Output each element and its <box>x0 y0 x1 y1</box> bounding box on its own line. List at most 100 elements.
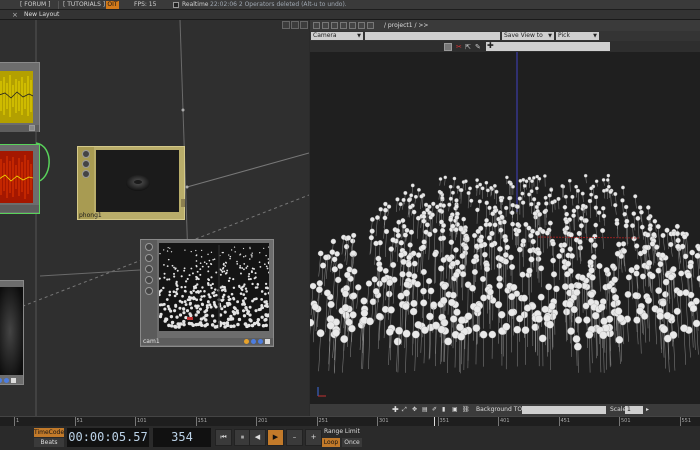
add-icon[interactable] <box>349 22 356 29</box>
display-icon[interactable]: ▤ <box>422 406 428 414</box>
node-info-icon[interactable] <box>145 243 153 251</box>
operator-node-red[interactable] <box>0 144 40 214</box>
node-flag-blue-2[interactable] <box>258 339 263 344</box>
node-flag-orange[interactable] <box>244 339 249 344</box>
paint-icon[interactable]: ✐ <box>432 406 437 414</box>
operator-node-dark[interactable] <box>0 280 24 385</box>
thumbnail-particle <box>220 289 224 292</box>
viewer-search-field[interactable]: ✚ <box>486 41 610 51</box>
thumbnail-particle <box>200 302 204 306</box>
step-forward-icon[interactable]: + <box>305 429 322 446</box>
play-forward-icon[interactable]: ▶ <box>267 429 284 446</box>
node-pencil-icon[interactable] <box>145 254 153 262</box>
frame-display[interactable]: 354 <box>153 428 211 447</box>
particle <box>484 180 489 185</box>
link-icon[interactable]: ⛓ <box>462 406 470 414</box>
particle <box>660 325 669 334</box>
particle <box>454 198 459 203</box>
particle <box>484 200 489 205</box>
loop-toggle[interactable]: Loop <box>322 438 340 447</box>
play-backward-icon[interactable]: ◀ <box>249 429 266 446</box>
camera-path-field[interactable] <box>365 32 500 40</box>
viewer-options-bar: Camera ▼ Save View to ▼ Pick ▼ <box>310 31 700 41</box>
node-info-icon[interactable] <box>82 150 90 158</box>
node-bypass-icon[interactable] <box>145 265 153 273</box>
split-icon[interactable] <box>331 22 338 29</box>
node-material-icon[interactable] <box>82 170 90 178</box>
up-arrow-icon[interactable] <box>367 22 374 29</box>
capture-icon[interactable]: ▣ <box>452 406 458 414</box>
node-flag-blue[interactable] <box>0 378 2 383</box>
beats-toggle[interactable]: Beats <box>34 438 64 447</box>
move-icon[interactable]: ✚ <box>392 406 399 414</box>
node-add-icon[interactable] <box>11 378 16 383</box>
particle <box>330 238 337 245</box>
handle-icon[interactable]: ✂ <box>456 43 464 51</box>
pencil-icon[interactable]: ✎ <box>475 43 483 51</box>
camera-select[interactable]: Camera ▼ <box>311 32 363 40</box>
transform-icon[interactable]: ⤢ <box>402 406 407 414</box>
node-output-connector[interactable] <box>181 199 185 207</box>
node-pencil-icon[interactable] <box>82 160 90 168</box>
select-icon[interactable]: ⇱ <box>465 43 473 51</box>
realtime-checkbox[interactable] <box>173 2 179 8</box>
scale-slider-icon[interactable]: ▸ <box>646 406 649 414</box>
node-move-icon[interactable] <box>145 276 153 284</box>
forum-link[interactable]: [ FORUM ] <box>20 1 50 9</box>
pan-icon[interactable]: ✥ <box>412 406 417 414</box>
particle <box>583 173 588 178</box>
operator-node-cam1[interactable]: cam1 <box>140 239 274 347</box>
step-back-icon[interactable]: – <box>286 429 303 446</box>
particle-stem <box>383 309 386 339</box>
background-top-field[interactable] <box>522 406 606 414</box>
operator-node-yellow[interactable] <box>0 62 40 132</box>
tutorials-link[interactable]: [ TUTORIALS ] <box>63 1 105 9</box>
oit-indicator[interactable]: OIT <box>106 1 119 9</box>
node-add-icon[interactable] <box>265 339 270 344</box>
close-tab-icon[interactable]: × <box>12 11 18 19</box>
thumbnail-particle <box>260 315 264 319</box>
tab-new-layout[interactable]: New Layout <box>24 11 59 19</box>
view-home-icon[interactable] <box>444 43 452 51</box>
particle <box>655 267 662 274</box>
node-viewer-toggle-icon[interactable] <box>29 125 35 131</box>
particle <box>612 294 620 302</box>
particle <box>527 176 532 181</box>
geometry-viewer-pane[interactable]: / project1 / >> Camera ▼ Save View to ▼ … <box>306 20 700 416</box>
node-camera-icon[interactable] <box>145 287 153 295</box>
particle-stem <box>347 322 350 347</box>
node-flag-blue[interactable] <box>251 339 256 344</box>
once-toggle[interactable]: Once <box>342 438 362 447</box>
node-flag-blue-2[interactable] <box>4 378 9 383</box>
particle <box>502 322 511 331</box>
particle <box>383 228 390 235</box>
thumbnail-particle <box>210 262 212 265</box>
save-view-select[interactable]: Save View to ▼ <box>502 32 554 40</box>
thumbnail-particle <box>251 282 254 286</box>
stop-icon[interactable] <box>322 22 329 29</box>
pane-menu-icon[interactable] <box>313 22 320 29</box>
star-icon[interactable] <box>358 22 365 29</box>
viewport-canvas[interactable] <box>306 52 700 404</box>
rewind-icon[interactable]: ⏮ <box>215 429 232 446</box>
particle-stem <box>417 324 419 358</box>
bookmark-icon[interactable]: ▮ <box>442 406 445 414</box>
network-layout-icon[interactable] <box>300 21 308 29</box>
network-path[interactable]: / project1 / >> <box>384 21 428 30</box>
timecode-toggle[interactable]: TimeCode <box>34 428 64 437</box>
particle <box>454 215 460 220</box>
particle <box>542 209 548 215</box>
pick-select[interactable]: Pick ▼ <box>556 32 599 40</box>
timeline-ruler[interactable]: 1 51 101 151 201 251 301 351 401 451 501 551 <box>0 416 700 427</box>
scale-input[interactable]: 1 <box>625 406 643 414</box>
network-settings-icon[interactable] <box>282 21 290 29</box>
particle <box>448 239 455 245</box>
particle <box>474 243 480 249</box>
operator-node-phong1[interactable]: phong1 <box>77 146 185 220</box>
grid-icon[interactable] <box>340 22 347 29</box>
particle <box>505 175 509 180</box>
network-editor[interactable]: phong1 cam1 <box>0 20 309 416</box>
network-view-icon[interactable] <box>291 21 299 29</box>
timecode-display[interactable]: 00:00:05.57 <box>67 428 149 447</box>
particle <box>538 265 545 272</box>
